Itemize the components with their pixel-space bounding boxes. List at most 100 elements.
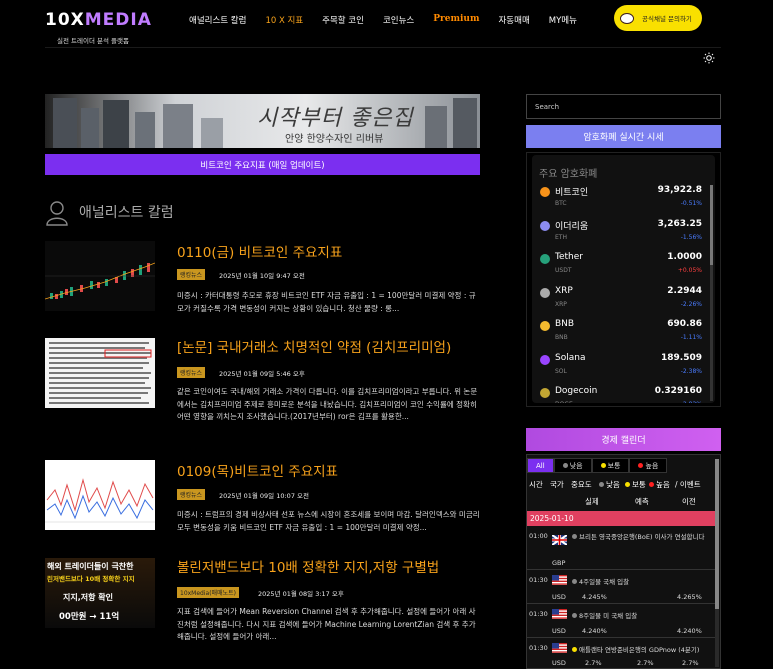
- coin-name: XRP: [555, 285, 573, 296]
- crypto-price-widget: 주요 암호화폐 비트코인 BTC 93,922.8 -0.51% 이더리움 ETH 3,26…: [526, 152, 721, 407]
- nav-premium[interactable]: Premium: [433, 14, 479, 26]
- coin-name: 이더리움: [555, 221, 589, 232]
- us-flag-icon: [552, 575, 567, 585]
- coin-row-bnb[interactable]: BNB BNB 690.86 -1.11%: [532, 317, 710, 350]
- col-event: / 이벤트: [675, 480, 701, 489]
- coin-row-doge[interactable]: Dogecoin DOGE 0.329160 -2.82%: [532, 384, 710, 403]
- calendar-event-row[interactable]: 01:30 애틀랜타 연방준비은행의 GDPnow (4분기) USD 2.7%…: [527, 639, 715, 668]
- kakao-channel-label: 공식채널 문의하기: [642, 15, 692, 23]
- coin-price: 3,263.25: [657, 218, 702, 229]
- event-actual: 4.245%: [582, 593, 607, 601]
- tab-high[interactable]: 높음: [629, 458, 668, 473]
- coin-row-btc[interactable]: 비트코인 BTC 93,922.8 -0.51%: [532, 183, 710, 216]
- importance-dot-icon: [572, 613, 577, 618]
- coin-symbol: USDT: [555, 267, 572, 274]
- search-input[interactable]: Search: [526, 94, 721, 119]
- tab-medium[interactable]: 보통: [591, 458, 630, 473]
- coin-symbol: SOL: [555, 367, 567, 375]
- event-previous: 4.265%: [677, 593, 702, 601]
- calendar-event-row[interactable]: 01:30 8주일물 미 국채 입찰 USD 4.240% 4.240%: [527, 605, 715, 638]
- theme-toggle-sun-icon[interactable]: [703, 52, 715, 64]
- nav-coins-to-watch[interactable]: 주목할 코인: [322, 14, 364, 26]
- site-logo[interactable]: 10XMEDIA: [45, 10, 152, 30]
- category-badge[interactable]: 랭킹뉴스: [177, 269, 206, 280]
- coin-row-usdt[interactable]: Tether USDT 1.0000 +0.05%: [532, 250, 710, 283]
- event-time: 01:30: [529, 610, 548, 618]
- coin-row-xrp[interactable]: XRP XRP 2.2944 -2.26%: [532, 284, 710, 317]
- coin-name: Solana: [555, 352, 586, 363]
- eth-coin-icon: [540, 220, 550, 231]
- uk-flag-icon: [552, 535, 567, 545]
- nav-coin-news[interactable]: 코인뉴스: [383, 14, 414, 26]
- article-thumbnail[interactable]: [45, 241, 155, 311]
- col-forecast: 예측: [635, 497, 649, 506]
- coin-price: 1.0000: [667, 252, 702, 262]
- us-flag-icon: [552, 609, 567, 619]
- coin-price: 189.509: [661, 352, 702, 363]
- coin-symbol: ETH: [555, 233, 567, 241]
- article-title[interactable]: 0110(금) 비트코인 주요지표: [177, 241, 342, 261]
- banner-headline: 시작부터 좋은집: [257, 106, 414, 131]
- coin-change: -2.26%: [680, 300, 702, 308]
- event-time: 01:30: [529, 644, 548, 652]
- article-date: 2025년 01월 10일 9:47 오전: [219, 272, 305, 280]
- coin-change: +0.05%: [677, 267, 702, 274]
- col-time: 시간: [529, 480, 543, 489]
- importance-dot-icon: [572, 647, 577, 652]
- page: 10XMEDIA 실전 트레이더 분석 플랫폼 애널리스트 칼럼 10 X 지표…: [0, 0, 773, 669]
- article-item: 해외 트레이더들이 극찬한 린저밴드보다 10배 정확한 지지 지지,저항 확인…: [45, 556, 480, 656]
- article-thumbnail[interactable]: 해외 트레이더들이 극찬한 린저밴드보다 10배 정확한 지지 지지,저항 확인…: [45, 558, 155, 628]
- nav-analyst-column[interactable]: 애널리스트 칼럼: [189, 14, 246, 26]
- category-badge[interactable]: 랭킹뉴스: [177, 367, 206, 378]
- article-title[interactable]: 0109(목)비트코인 주요지표: [177, 460, 338, 480]
- coin-price: 2.2944: [667, 285, 702, 296]
- nav-my-menu[interactable]: MY메뉴: [549, 14, 577, 26]
- doge-coin-icon: [540, 388, 550, 398]
- coin-symbol: XRP: [555, 300, 567, 308]
- coin-change: -2.38%: [680, 367, 702, 375]
- coin-name: Tether: [555, 252, 583, 262]
- calendar-event-row[interactable]: 01:30 4주일물 국채 입찰 USD 4.245% 4.265%: [527, 571, 715, 604]
- btc-indicator-button[interactable]: 비트코인 주요지표 (매일 업데이트): [45, 154, 480, 175]
- calendar-filter-tabs: All 낮음 보통 높음: [527, 458, 668, 473]
- article-excerpt: 미증시 : 트럼프의 경제 비상사태 선포 뉴스에 시장이 혼조세를 보이며 마…: [177, 510, 480, 532]
- economic-calendar-widget: All 낮음 보통 높음 시간 국가 중요도 낮음 보통 높음 / 이벤트 실제…: [526, 454, 721, 669]
- crypto-scrollbar[interactable]: [710, 185, 713, 401]
- calendar-event-row[interactable]: 01:00 브리튼 영국중앙은행(BoE) 이사가 연설합니다 GBP: [527, 529, 715, 570]
- article-thumbnail[interactable]: [45, 460, 155, 530]
- event-time: 01:00: [529, 532, 548, 540]
- tab-high-label: 높음: [645, 461, 659, 470]
- xrp-coin-icon: [540, 287, 550, 298]
- thumb-text-3: 지지,저항 확인: [63, 593, 113, 602]
- nav-auto-trading[interactable]: 자동매매: [498, 14, 529, 26]
- logo-part1: 10X: [45, 10, 85, 30]
- col-low: 낮음: [599, 479, 620, 490]
- article-item: 0109(목)비트코인 주요지표 랭킹뉴스 2025년 01월 09일 10:0…: [45, 460, 480, 540]
- article-date: 2025년 01월 08일 3:17 오후: [258, 590, 344, 598]
- coin-price: 93,922.8: [657, 185, 702, 195]
- calendar-column-header: 시간 국가 중요도 낮음 보통 높음 / 이벤트: [527, 477, 715, 491]
- article-item: [논문] 국내거래소 치명적인 약점 (김치프리미엄) 랭킹뉴스 2025년 0…: [45, 336, 480, 446]
- header-divider: [45, 47, 721, 48]
- coin-change: -1.11%: [680, 334, 702, 341]
- coin-row-eth[interactable]: 이더리움 ETH 3,263.25 -1.56%: [532, 217, 710, 250]
- event-currency: USD: [552, 593, 566, 601]
- event-name: 애틀랜타 연방준비은행의 GDPnow (4분기): [579, 646, 700, 654]
- kakao-channel-button[interactable]: 공식채널 문의하기: [614, 5, 702, 31]
- article-title[interactable]: [논문] 국내거래소 치명적인 약점 (김치프리미엄): [177, 336, 451, 356]
- category-badge[interactable]: 랭킹뉴스: [177, 489, 206, 500]
- high-dot-icon: [638, 463, 644, 468]
- coin-change: -1.56%: [680, 233, 702, 241]
- calendar-scrollbar[interactable]: [715, 459, 719, 667]
- tab-low[interactable]: 낮음: [553, 458, 592, 473]
- nav-10x-indicator[interactable]: 10 X 지표: [265, 14, 303, 26]
- event-previous: 2.7%: [682, 659, 699, 667]
- coin-symbol: BTC: [555, 200, 567, 207]
- category-badge[interactable]: 10xMedia(매매노트): [177, 587, 239, 598]
- tab-all[interactable]: All: [527, 458, 554, 473]
- article-title[interactable]: 볼린저밴드보다 10배 정확한 지지,저항 구별법: [177, 556, 439, 576]
- article-thumbnail[interactable]: [45, 338, 155, 408]
- sol-coin-icon: [540, 354, 550, 365]
- coin-row-sol[interactable]: Solana SOL 189.509 -2.38%: [532, 351, 710, 384]
- ad-banner[interactable]: 시작부터 좋은집 안양 한양수자인 리버뷰: [45, 94, 480, 148]
